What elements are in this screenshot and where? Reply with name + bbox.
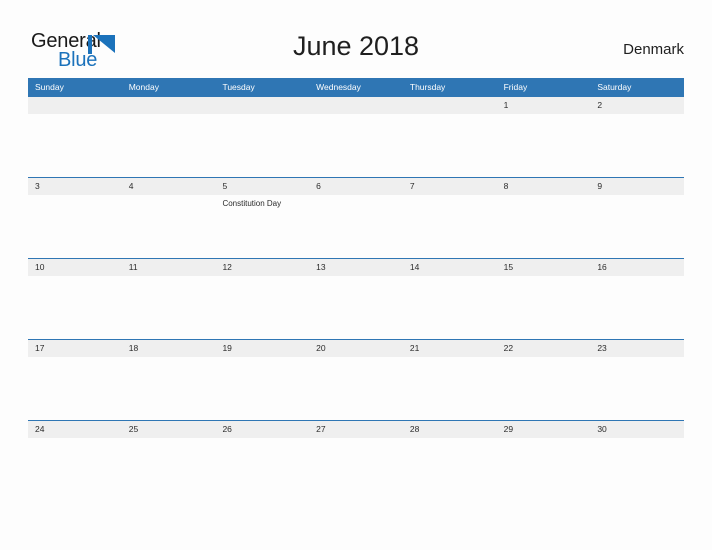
- day-number[interactable]: 14: [403, 259, 497, 276]
- day-events[interactable]: [497, 357, 591, 420]
- day-events[interactable]: [497, 276, 591, 339]
- day-events[interactable]: [309, 114, 403, 177]
- day-events[interactable]: [403, 438, 497, 501]
- day-number[interactable]: 13: [309, 259, 403, 276]
- day-number[interactable]: 4: [122, 178, 216, 195]
- day-events[interactable]: [28, 438, 122, 501]
- day-events[interactable]: [28, 114, 122, 177]
- weekday-friday: Friday: [503, 82, 528, 92]
- day-events[interactable]: [122, 438, 216, 501]
- weekday-header-row: Sunday Monday Tuesday Wednesday Thursday…: [28, 78, 684, 96]
- day-events[interactable]: [122, 357, 216, 420]
- day-number[interactable]: 15: [497, 259, 591, 276]
- day-events[interactable]: [309, 438, 403, 501]
- day-events[interactable]: [122, 276, 216, 339]
- week-event-area: [28, 438, 684, 501]
- day-events[interactable]: [497, 114, 591, 177]
- day-events[interactable]: [309, 357, 403, 420]
- day-events[interactable]: [122, 114, 216, 177]
- weekday-thursday: Thursday: [409, 82, 446, 92]
- week-date-band: 10 11 12 13 14 15 16: [28, 259, 684, 276]
- day-number[interactable]: 25: [122, 421, 216, 438]
- day-number[interactable]: 29: [497, 421, 591, 438]
- week-date-band: 1 2: [28, 97, 684, 114]
- day-number[interactable]: 11: [122, 259, 216, 276]
- day-number[interactable]: 9: [590, 178, 684, 195]
- day-events[interactable]: [309, 276, 403, 339]
- day-number[interactable]: 5: [215, 178, 309, 195]
- day-number[interactable]: 20: [309, 340, 403, 357]
- country-label: Denmark: [623, 41, 684, 58]
- weekday-monday: Monday: [128, 82, 159, 92]
- day-number[interactable]: 6: [309, 178, 403, 195]
- day-number[interactable]: [28, 97, 122, 114]
- day-events[interactable]: Constitution Day: [215, 195, 309, 258]
- week-date-band: 3 4 5 6 7 8 9: [28, 178, 684, 195]
- day-events[interactable]: [403, 276, 497, 339]
- day-events[interactable]: [590, 438, 684, 501]
- day-events[interactable]: [590, 276, 684, 339]
- day-number[interactable]: 8: [497, 178, 591, 195]
- day-number[interactable]: 2: [590, 97, 684, 114]
- day-events[interactable]: [28, 195, 122, 258]
- day-number[interactable]: 23: [590, 340, 684, 357]
- day-events[interactable]: [28, 357, 122, 420]
- week-event-area: [28, 114, 684, 177]
- day-number[interactable]: 22: [497, 340, 591, 357]
- day-number[interactable]: 27: [309, 421, 403, 438]
- day-events[interactable]: [590, 114, 684, 177]
- week-row: 1 2: [28, 96, 684, 177]
- day-number[interactable]: 28: [403, 421, 497, 438]
- day-events[interactable]: [122, 195, 216, 258]
- weekday-saturday: Saturday: [597, 82, 632, 92]
- day-number[interactable]: 12: [215, 259, 309, 276]
- week-event-area: [28, 357, 684, 420]
- day-number[interactable]: 3: [28, 178, 122, 195]
- page-header: General Blue June 2018 Denmark: [0, 0, 712, 78]
- day-events[interactable]: [497, 195, 591, 258]
- day-number[interactable]: 19: [215, 340, 309, 357]
- day-number[interactable]: 10: [28, 259, 122, 276]
- weekday-wednesday: Wednesday: [316, 82, 361, 92]
- week-date-band: 17 18 19 20 21 22 23: [28, 340, 684, 357]
- week-row: 17 18 19 20 21 22 23: [28, 339, 684, 420]
- day-events[interactable]: [590, 357, 684, 420]
- week-row: 24 25 26 27 28 29 30: [28, 420, 684, 501]
- day-number[interactable]: [215, 97, 309, 114]
- day-events[interactable]: [403, 357, 497, 420]
- day-number[interactable]: [122, 97, 216, 114]
- day-number[interactable]: 16: [590, 259, 684, 276]
- day-number[interactable]: 26: [215, 421, 309, 438]
- day-events[interactable]: [590, 195, 684, 258]
- day-events[interactable]: [403, 195, 497, 258]
- week-date-band: 24 25 26 27 28 29 30: [28, 421, 684, 438]
- page-title: June 2018: [292, 31, 420, 61]
- weekday-sunday: Sunday: [35, 82, 64, 92]
- day-number[interactable]: 24: [28, 421, 122, 438]
- week-row: 3 4 5 6 7 8 9 Constitution Day: [28, 177, 684, 258]
- day-events[interactable]: [497, 438, 591, 501]
- week-event-area: [28, 276, 684, 339]
- day-number[interactable]: 1: [497, 97, 591, 114]
- day-number[interactable]: 17: [28, 340, 122, 357]
- day-number[interactable]: [403, 97, 497, 114]
- day-number[interactable]: 7: [403, 178, 497, 195]
- day-number[interactable]: [309, 97, 403, 114]
- day-events[interactable]: [215, 438, 309, 501]
- week-row: 10 11 12 13 14 15 16: [28, 258, 684, 339]
- day-events[interactable]: [403, 114, 497, 177]
- day-events[interactable]: [215, 276, 309, 339]
- event-label: Constitution Day: [222, 199, 282, 208]
- weekday-tuesday: Tuesday: [222, 82, 255, 92]
- calendar-grid: Sunday Monday Tuesday Wednesday Thursday…: [28, 78, 684, 501]
- day-events[interactable]: [215, 114, 309, 177]
- day-number[interactable]: 18: [122, 340, 216, 357]
- day-events[interactable]: [309, 195, 403, 258]
- week-event-area: Constitution Day: [28, 195, 684, 258]
- day-events[interactable]: [28, 276, 122, 339]
- day-number[interactable]: 21: [403, 340, 497, 357]
- day-number[interactable]: 30: [590, 421, 684, 438]
- day-events[interactable]: [215, 357, 309, 420]
